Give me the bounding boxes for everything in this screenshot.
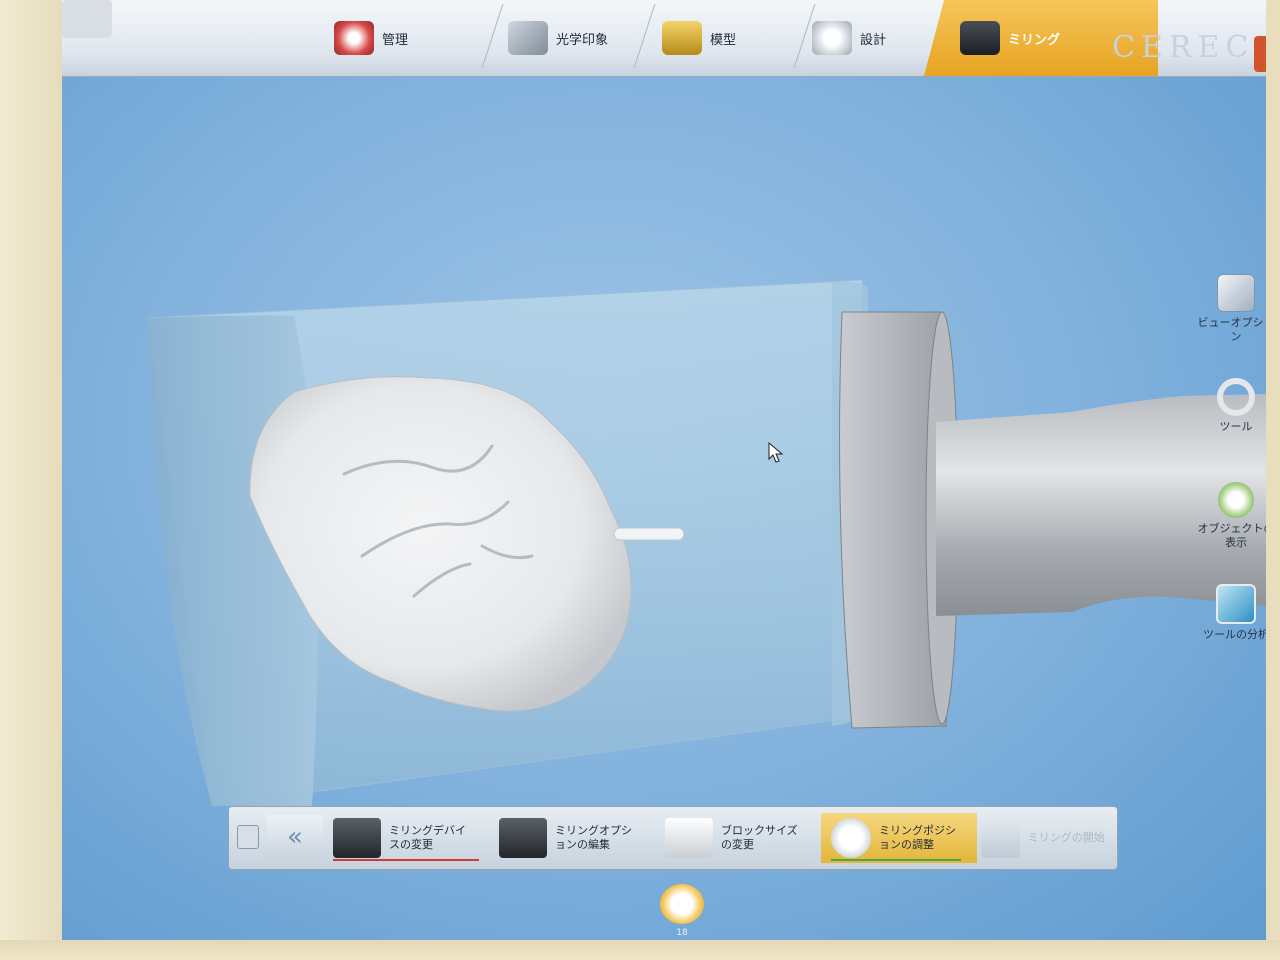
app-logo-icon (62, 0, 112, 38)
dentures-icon (334, 21, 374, 55)
tool-analysis-icon (1216, 584, 1256, 624)
change-milling-device-button[interactable]: ミリングデバイスの変更 (333, 813, 481, 863)
step-divider (633, 4, 656, 68)
step-label: 管理 (382, 32, 409, 48)
mouse-cursor-icon (768, 442, 784, 463)
step-label: 設計 (860, 32, 887, 48)
adjust-milling-position-button[interactable]: ミリングポジションの調整 (821, 813, 977, 863)
sprue (613, 527, 685, 541)
milling-unit-icon (960, 21, 1000, 55)
workflow-bar: 管理 光学印象 模型 設計 ミリング CEREC (62, 0, 1266, 77)
monitor-bezel-right (1266, 0, 1280, 960)
milling-3d-view[interactable] (62, 76, 1266, 806)
brand-logo: CEREC (1112, 30, 1255, 65)
step-label: ミリングデバイスの変更 (389, 824, 466, 851)
crown-design-icon (812, 21, 852, 55)
step-label: ミリングポジションの調整 (879, 824, 956, 851)
tools-button[interactable]: ツール (1194, 378, 1266, 434)
step-label: ミリングの開始 (1027, 831, 1105, 844)
tool-label: ビューオプション (1197, 316, 1267, 343)
milling-options-icon (499, 818, 547, 858)
milling-device-icon (333, 818, 381, 858)
scanner-camera-icon (508, 21, 548, 55)
block-size-icon (665, 818, 713, 858)
status-underline (333, 859, 479, 861)
status-underline (831, 859, 961, 861)
cerec-screen: 管理 光学印象 模型 設計 ミリング CEREC ビューオプシ ン ツール オブ… (62, 0, 1266, 942)
step-label: 光学印象 (556, 32, 609, 48)
step-optical-impression[interactable]: 光学印象 (508, 0, 608, 76)
step-admin[interactable]: 管理 (334, 0, 408, 76)
step-label: ブロックサイズの変更 (721, 824, 798, 851)
collapse-icon[interactable] (237, 825, 259, 849)
milling-position-icon (831, 818, 871, 858)
model-icon (662, 21, 702, 55)
tooth-number: 18 (676, 928, 688, 938)
milling-steps-bar: « ミリングデバイスの変更 ミリングオプションの編集 ブロックサイズの変更 ミリ… (228, 806, 1118, 870)
step-model[interactable]: 模型 (662, 0, 736, 76)
tooth-case-icon[interactable] (660, 884, 704, 924)
start-milling-icon (981, 818, 1020, 858)
tool-analysis-button[interactable]: ツールの分析 (1194, 584, 1266, 642)
back-arrows-icon[interactable]: « (267, 815, 323, 859)
step-label: 模型 (710, 32, 737, 48)
tool-label: ツールの分析 (1203, 628, 1266, 641)
change-block-size-button[interactable]: ブロックサイズの変更 (665, 813, 815, 863)
step-design[interactable]: 設計 (812, 0, 886, 76)
brand-tab-icon (1254, 36, 1266, 72)
step-label: ミリング (1008, 32, 1061, 48)
object-display-button[interactable]: オブジェクトの表示 (1194, 482, 1266, 550)
tool-label: オブジェクトの表示 (1197, 522, 1267, 549)
monitor-bezel-left (0, 0, 62, 960)
view-options-button[interactable]: ビューオプション (1194, 274, 1266, 344)
edit-milling-options-button[interactable]: ミリングオプションの編集 (499, 813, 647, 863)
step-divider (481, 4, 504, 68)
tool-ring-icon (1217, 378, 1255, 416)
object-display-icon (1218, 482, 1254, 518)
tool-label: ツール (1219, 420, 1253, 433)
step-label: ミリングオプションの編集 (555, 824, 632, 851)
view-options-icon (1217, 274, 1255, 312)
monitor-bezel-bottom (0, 940, 1280, 960)
start-milling-button[interactable]: ミリングの開始 (981, 813, 1111, 863)
